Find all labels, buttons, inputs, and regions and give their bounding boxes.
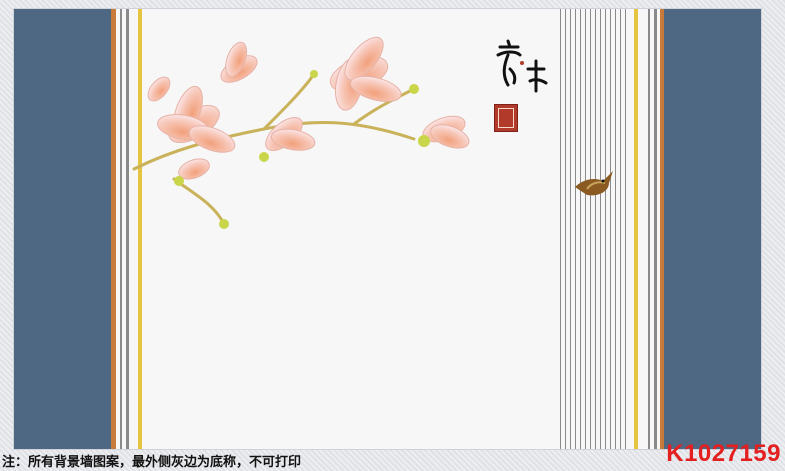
stripe-gray-right [648, 9, 650, 449]
calligraphy-image [496, 39, 548, 93]
product-code: K1027159 [666, 440, 781, 467]
stripe-orange-right [660, 9, 664, 449]
mural-artwork [14, 9, 761, 449]
right-side-panel [664, 9, 761, 449]
stripe-gray-right-2 [654, 9, 657, 449]
left-side-panel [14, 9, 111, 449]
stripe-gold-right [634, 9, 638, 449]
fine-stripes-right [560, 9, 630, 449]
bird-image [575, 171, 613, 196]
red-seal-stamp [494, 104, 518, 132]
caption-note: 注：所有背景墙图案，最外侧灰边为底称，不可打印 [2, 455, 302, 470]
magnolia-flowers-image [132, 36, 470, 229]
